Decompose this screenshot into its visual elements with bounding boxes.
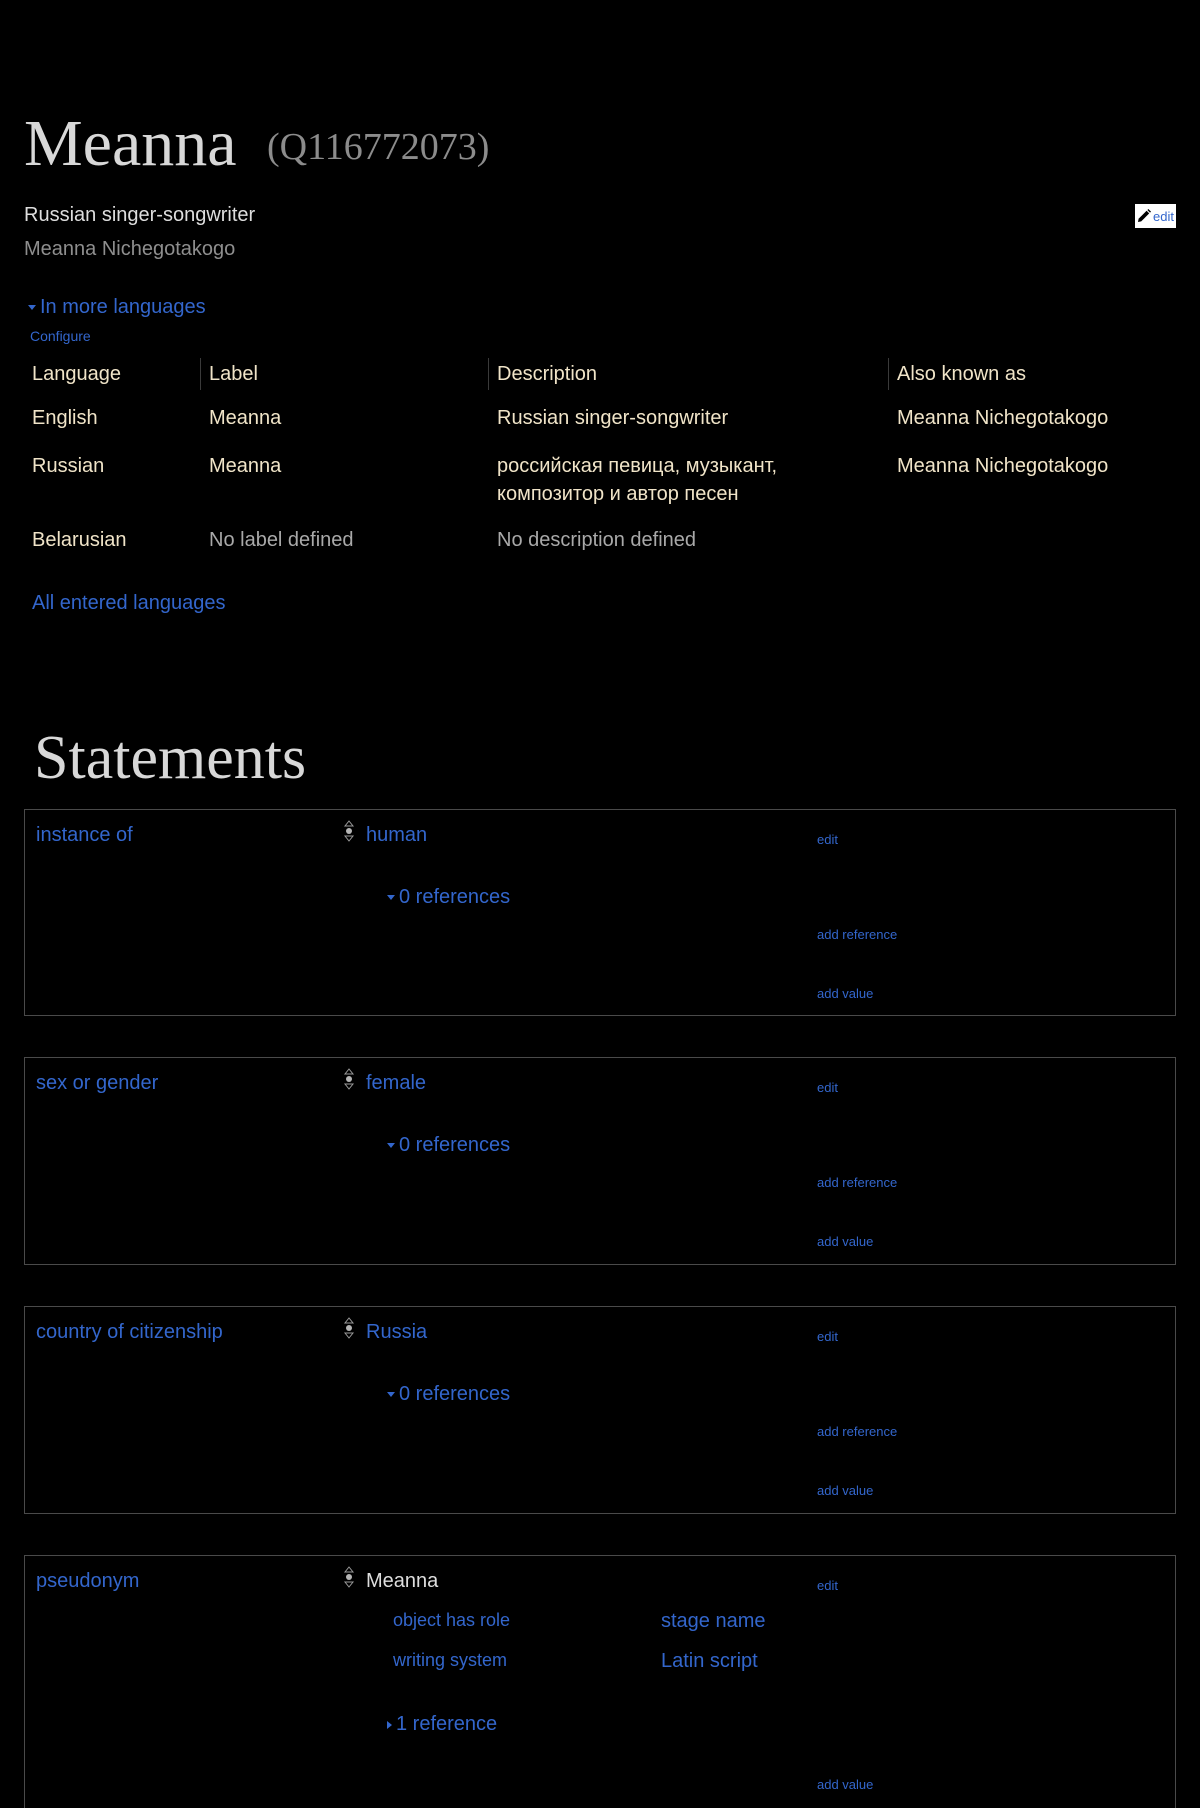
caret-down-icon bbox=[387, 1143, 395, 1148]
add-reference-button[interactable]: add reference bbox=[817, 1424, 897, 1439]
caret-down-icon bbox=[387, 895, 395, 900]
item-label: Meanna bbox=[24, 107, 237, 180]
property-link[interactable]: pseudonym bbox=[36, 1570, 139, 1593]
qualifier-property-link[interactable]: writing system bbox=[393, 1650, 507, 1671]
item-page: Meanna (Q116772073) Russian singer-songw… bbox=[0, 0, 1200, 1808]
row-description: No description defined bbox=[497, 529, 697, 551]
edit-statement-button[interactable]: edit bbox=[817, 1080, 838, 1095]
qualifier-property-link[interactable]: object has role bbox=[393, 1610, 510, 1631]
header-language: Language bbox=[32, 363, 121, 385]
references-count: 1 reference bbox=[396, 1713, 498, 1735]
references-toggle[interactable]: 0 references bbox=[387, 1383, 510, 1406]
add-reference-button[interactable]: add reference bbox=[817, 1175, 897, 1190]
qualifier-value-link[interactable]: Latin script bbox=[661, 1650, 758, 1673]
item-id: (Q116772073) bbox=[267, 126, 490, 168]
statement-group-pseudonym: pseudonym Meanna edit object has role st… bbox=[24, 1555, 1176, 1808]
rank-selector-icon[interactable] bbox=[343, 1068, 355, 1090]
statement-group-country-of-citizenship: country of citizenship Russia edit 0 ref… bbox=[24, 1306, 1176, 1514]
header-description: Description bbox=[497, 363, 598, 385]
references-toggle[interactable]: 1 reference bbox=[387, 1713, 497, 1736]
add-value-button[interactable]: add value bbox=[817, 986, 873, 1001]
header-label: Label bbox=[209, 363, 258, 385]
row-aliases: Meanna Nichegotakogo bbox=[897, 455, 1109, 477]
property-link[interactable]: sex or gender bbox=[36, 1072, 158, 1095]
edit-terms-button[interactable]: edit bbox=[1135, 204, 1176, 228]
configure-link[interactable]: Configure bbox=[30, 328, 91, 344]
header-divider bbox=[488, 358, 489, 390]
row-label: Meanna bbox=[209, 455, 282, 477]
statement-value-text: Meanna bbox=[366, 1570, 439, 1592]
header-divider bbox=[888, 358, 889, 390]
add-value-button[interactable]: add value bbox=[817, 1234, 873, 1249]
references-count: 0 references bbox=[399, 1383, 511, 1405]
caret-right-icon bbox=[387, 1720, 392, 1729]
statement-group-instance-of: instance of human edit 0 references add … bbox=[24, 809, 1176, 1016]
languages-table-header: Language Label Description Also known as bbox=[24, 356, 1176, 404]
pencil-icon bbox=[1138, 209, 1152, 222]
edit-statement-button[interactable]: edit bbox=[817, 1329, 838, 1344]
add-reference-button[interactable]: add reference bbox=[817, 927, 897, 942]
add-value-button[interactable]: add value bbox=[817, 1483, 873, 1498]
caret-down-icon bbox=[28, 305, 36, 310]
row-label: Meanna bbox=[209, 407, 282, 429]
references-count: 0 references bbox=[399, 1134, 511, 1156]
statement-group-sex-or-gender: sex or gender female edit 0 references a… bbox=[24, 1057, 1176, 1265]
add-value-button[interactable]: add value bbox=[817, 1777, 873, 1792]
table-row: Russian Meanna российская певица, музыка… bbox=[24, 452, 1176, 526]
rank-selector-icon[interactable] bbox=[343, 1317, 355, 1339]
header-divider bbox=[200, 358, 201, 390]
edit-label: edit bbox=[1153, 208, 1174, 224]
property-link[interactable]: country of citizenship bbox=[36, 1321, 223, 1344]
edit-statement-button[interactable]: edit bbox=[817, 832, 838, 847]
item-description: Russian singer-songwriter bbox=[24, 204, 256, 226]
references-toggle[interactable]: 0 references bbox=[387, 1134, 510, 1157]
rank-selector-icon[interactable] bbox=[343, 820, 355, 842]
edit-statement-button[interactable]: edit bbox=[817, 1578, 838, 1593]
row-label: No label defined bbox=[209, 529, 354, 551]
page-title: Meanna (Q116772073) bbox=[24, 104, 489, 184]
statements-heading: Statements bbox=[34, 724, 307, 792]
table-row: English Meanna Russian singer-songwriter… bbox=[24, 404, 1176, 452]
qualifier-value-link[interactable]: stage name bbox=[661, 1610, 766, 1633]
property-link[interactable]: instance of bbox=[36, 824, 133, 847]
item-alias: Meanna Nichegotakogo bbox=[24, 238, 236, 260]
row-description: российская певица, музыкант, композитор … bbox=[497, 455, 778, 505]
all-entered-languages-link[interactable]: All entered languages bbox=[32, 592, 225, 615]
row-aliases: Meanna Nichegotakogo bbox=[897, 407, 1109, 429]
statement-value-link[interactable]: human bbox=[366, 824, 427, 847]
table-row: Belarusian No label defined No descripti… bbox=[24, 526, 1176, 574]
header-also-known-as: Also known as bbox=[897, 363, 1026, 385]
row-description: Russian singer-songwriter bbox=[497, 407, 729, 429]
statement-value-link[interactable]: female bbox=[366, 1072, 426, 1095]
statement-value-link[interactable]: Russia bbox=[366, 1321, 427, 1344]
row-language: English bbox=[32, 407, 98, 429]
row-language: Belarusian bbox=[32, 529, 127, 551]
references-toggle[interactable]: 0 references bbox=[387, 886, 510, 909]
row-language: Russian bbox=[32, 455, 105, 477]
in-more-languages-toggle[interactable]: In more languages bbox=[28, 296, 206, 319]
in-more-languages-label: In more languages bbox=[40, 296, 206, 318]
rank-selector-icon[interactable] bbox=[343, 1566, 355, 1588]
languages-table: Language Label Description Also known as… bbox=[24, 356, 1176, 574]
caret-down-icon bbox=[387, 1392, 395, 1397]
references-count: 0 references bbox=[399, 886, 511, 908]
